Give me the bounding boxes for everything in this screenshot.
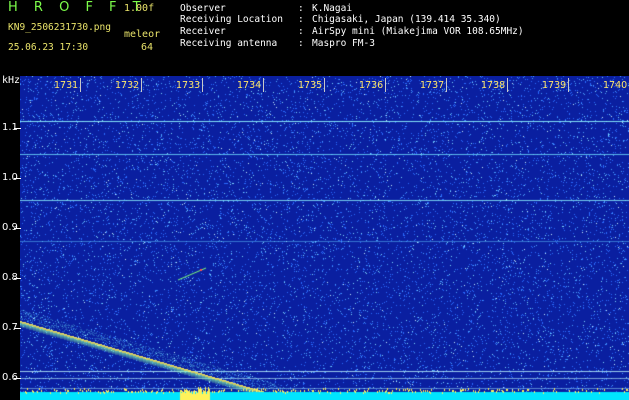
y-tick-mark: [14, 378, 21, 379]
x-tick-label: 1736: [359, 80, 384, 91]
file-name: KN9_2506231730.png: [8, 22, 111, 33]
info-colon: :: [298, 26, 304, 37]
x-tick-mark: [202, 78, 203, 92]
info-colon: :: [298, 14, 304, 25]
x-tick-mark: [263, 78, 264, 92]
x-tick-mark: [446, 78, 447, 92]
y-tick-mark: [14, 228, 21, 229]
x-tick-label: 1737: [420, 80, 445, 91]
x-tick-mark: [141, 78, 142, 92]
x-tick-label: 1739: [542, 80, 567, 91]
info-colon: :: [298, 3, 304, 14]
x-tick-mark: [385, 78, 386, 92]
x-tick-label: 1734: [237, 80, 262, 91]
info-value: Chigasaki, Japan (139.414 35.340): [312, 14, 501, 25]
info-label: Observer: [180, 3, 226, 14]
header-panel: H R O F F T 1.00f KN9_2506231730.png mel…: [0, 0, 629, 76]
y-tick-mark: [14, 278, 21, 279]
x-tick-label: 1731: [54, 80, 79, 91]
info-value: Maspro FM-3: [312, 38, 375, 49]
mode-label: meleor: [124, 29, 161, 40]
info-label: Receiver: [180, 26, 226, 37]
x-tick-label: 1740: [603, 80, 628, 91]
spectrogram-plot: [20, 76, 629, 400]
x-tick-mark: [324, 78, 325, 92]
x-tick-mark: [568, 78, 569, 92]
y-tick-mark: [14, 328, 21, 329]
info-antenna: Receiving antenna: Maspro FM-3: [180, 38, 375, 49]
datetime-label: 25.06.23 17:30: [8, 42, 89, 53]
spectrogram-canvas: [20, 76, 629, 400]
info-colon: :: [298, 38, 304, 49]
x-tick-label: 1732: [115, 80, 140, 91]
info-receiver: Receiver: AirSpy mini (Miakejima VOR 108.…: [180, 26, 524, 37]
info-observer: Observer: K.Nagai: [180, 3, 352, 14]
y-tick-mark: [14, 128, 21, 129]
y-tick-mark: [14, 178, 21, 179]
y-axis-label: kHz: [2, 75, 21, 86]
x-tick-label: 1738: [481, 80, 506, 91]
info-label: Receiving Location: [180, 14, 283, 25]
x-tick-mark: [507, 78, 508, 92]
x-tick-mark: [80, 78, 81, 92]
info-location: Receiving Location: Chigasaki, Japan (139…: [180, 14, 501, 25]
count-label: 64: [141, 42, 154, 53]
x-tick-label: 1733: [176, 80, 201, 91]
version-label: 1.00f: [124, 3, 155, 14]
info-label: Receiving antenna: [180, 38, 278, 49]
x-tick-label: 1735: [298, 80, 323, 91]
info-value: K.Nagai: [312, 3, 353, 14]
info-value: AirSpy mini (Miakejima VOR 108.65MHz): [312, 26, 524, 37]
